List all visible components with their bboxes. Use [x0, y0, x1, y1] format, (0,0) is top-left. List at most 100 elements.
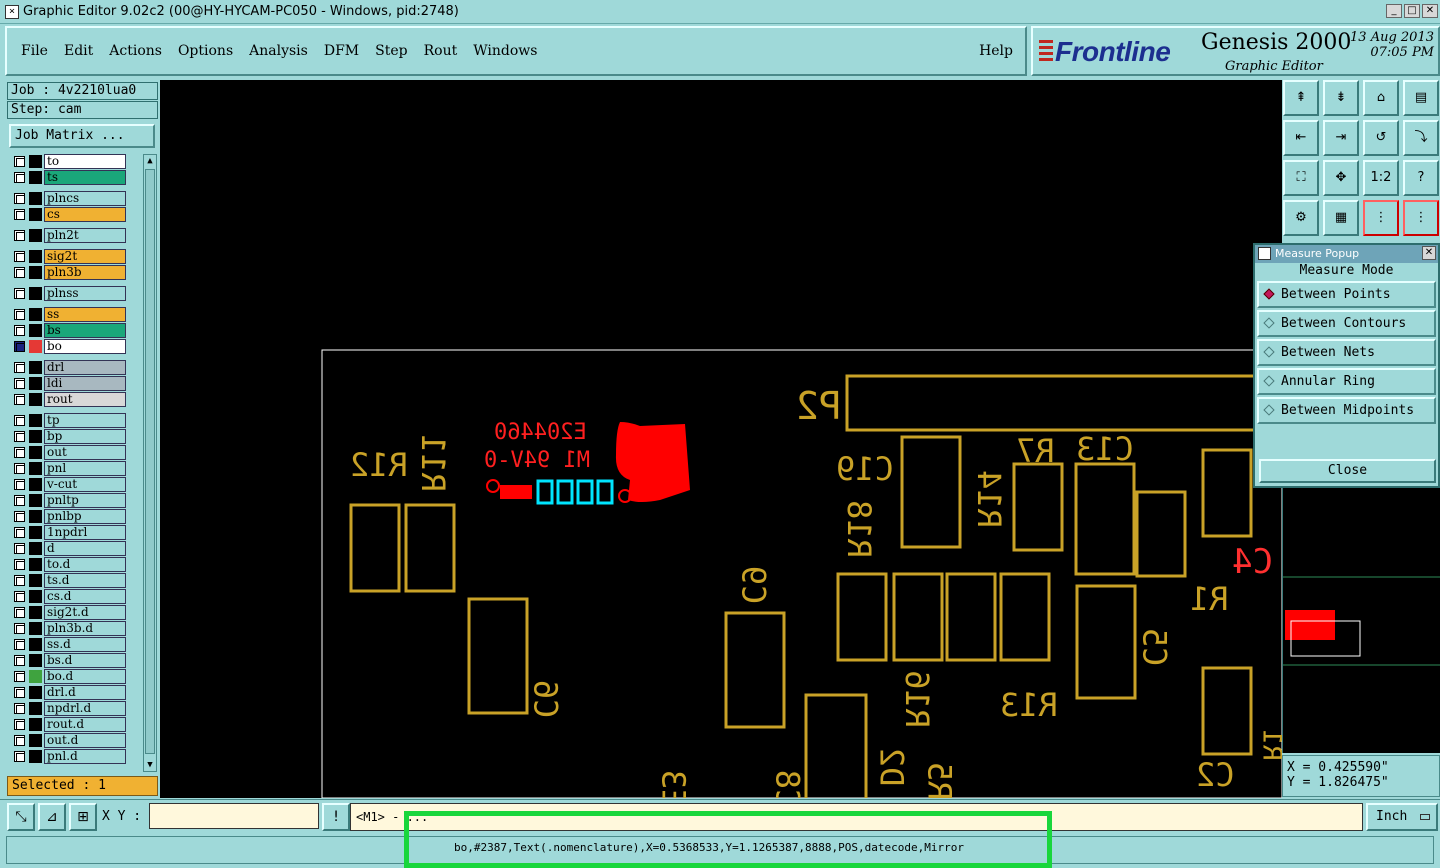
- layer-row[interactable]: pnl: [9, 461, 133, 476]
- menu-file[interactable]: File: [13, 43, 56, 59]
- tool-home-icon[interactable]: ⌂: [1363, 80, 1399, 116]
- layer-name[interactable]: cs: [44, 207, 126, 222]
- layer-name[interactable]: bo: [44, 339, 126, 354]
- overview-map[interactable]: [1282, 488, 1440, 753]
- layer-row[interactable]: bs.d: [9, 653, 133, 668]
- layer-name[interactable]: bo.d: [44, 669, 126, 684]
- layer-name[interactable]: npdrl.d: [44, 701, 126, 716]
- layer-row[interactable]: plnss: [9, 286, 133, 301]
- layer-name[interactable]: out: [44, 445, 126, 460]
- layer-checkbox[interactable]: [14, 288, 25, 299]
- job-matrix-button[interactable]: Job Matrix ...: [9, 124, 155, 148]
- layer-name[interactable]: bp: [44, 429, 126, 444]
- tool-redraw-icon[interactable]: ⤵: [1403, 120, 1439, 156]
- layer-name[interactable]: d: [44, 541, 126, 556]
- measure-popup-titlebar[interactable]: Measure Popup ✕: [1255, 245, 1438, 263]
- xy-input[interactable]: [149, 803, 319, 829]
- mode-annular-ring[interactable]: Annular Ring: [1257, 368, 1436, 395]
- layer-checkbox[interactable]: [14, 751, 25, 762]
- layer-row[interactable]: ts.d: [9, 573, 133, 588]
- mode-between-midpoints[interactable]: Between Midpoints: [1257, 397, 1436, 424]
- layer-checkbox[interactable]: [14, 362, 25, 373]
- menu-analysis[interactable]: Analysis: [241, 43, 316, 59]
- layer-checkbox[interactable]: [14, 687, 25, 698]
- tool-window-icon[interactable]: ▤: [1403, 80, 1439, 116]
- layer-row[interactable]: pnlbp: [9, 509, 133, 524]
- layer-row[interactable]: ss: [9, 307, 133, 322]
- layer-name[interactable]: 1npdrl: [44, 525, 126, 540]
- layer-row[interactable]: plncs: [9, 191, 133, 206]
- layer-name[interactable]: pln3b: [44, 265, 126, 280]
- layer-name[interactable]: ts: [44, 170, 126, 185]
- layer-row[interactable]: cs.d: [9, 589, 133, 604]
- layer-checkbox[interactable]: [14, 655, 25, 666]
- layer-checkbox[interactable]: [14, 719, 25, 730]
- layer-row[interactable]: ss.d: [9, 637, 133, 652]
- layer-checkbox[interactable]: [14, 575, 25, 586]
- layer-row[interactable]: pln2t: [9, 228, 133, 243]
- layer-name[interactable]: sig2t: [44, 249, 126, 264]
- layer-checkbox[interactable]: [14, 209, 25, 220]
- menu-options[interactable]: Options: [170, 43, 241, 59]
- layer-name[interactable]: plnss: [44, 286, 126, 301]
- layer-name[interactable]: to: [44, 154, 126, 169]
- layer-name[interactable]: out.d: [44, 733, 126, 748]
- layer-name[interactable]: ldi: [44, 376, 126, 391]
- layer-row[interactable]: 1npdrl: [9, 525, 133, 540]
- layer-row[interactable]: v-cut: [9, 477, 133, 492]
- menu-rout[interactable]: Rout: [416, 43, 466, 59]
- layer-name[interactable]: drl: [44, 360, 126, 375]
- mode-between-nets[interactable]: Between Nets: [1257, 339, 1436, 366]
- layer-name[interactable]: ts.d: [44, 573, 126, 588]
- layer-checkbox[interactable]: [14, 671, 25, 682]
- layer-name[interactable]: cs.d: [44, 589, 126, 604]
- scroll-down-icon[interactable]: ▼: [145, 760, 155, 770]
- graphic-canvas[interactable]: P2 R12 R11 C19 R18 R14 R7 C13 C4 R1 C6 C…: [160, 80, 1282, 798]
- mode-between-contours[interactable]: Between Contours: [1257, 310, 1436, 337]
- layer-checkbox[interactable]: [14, 463, 25, 474]
- layer-name[interactable]: drl.d: [44, 685, 126, 700]
- menu-dfm[interactable]: DFM: [316, 43, 367, 59]
- layer-name[interactable]: plncs: [44, 191, 126, 206]
- alert-icon[interactable]: !: [322, 803, 350, 831]
- layer-checkbox[interactable]: [14, 394, 25, 405]
- scroll-thumb[interactable]: [145, 169, 155, 754]
- layer-checkbox[interactable]: [14, 479, 25, 490]
- layer-row[interactable]: pln3b.d: [9, 621, 133, 636]
- layer-checkbox[interactable]: [14, 193, 25, 204]
- tool-undo-icon[interactable]: ↺: [1363, 120, 1399, 156]
- layer-checkbox[interactable]: [14, 309, 25, 320]
- layer-name[interactable]: pln2t: [44, 228, 126, 243]
- tool-zoom-fit-icon[interactable]: ⛶: [1283, 160, 1319, 196]
- layer-row[interactable]: pln3b: [9, 265, 133, 280]
- layer-name[interactable]: bs: [44, 323, 126, 338]
- layer-checkbox[interactable]: [14, 623, 25, 634]
- layer-checkbox[interactable]: [14, 415, 25, 426]
- tool-pan-left-icon[interactable]: ⇤: [1283, 120, 1319, 156]
- maximize-button[interactable]: □: [1404, 4, 1420, 18]
- menu-actions[interactable]: Actions: [101, 43, 170, 59]
- layer-row[interactable]: bs: [9, 323, 133, 338]
- minimize-button[interactable]: _: [1386, 4, 1402, 18]
- layer-checkbox[interactable]: [14, 511, 25, 522]
- layer-row[interactable]: ldi: [9, 376, 133, 391]
- close-window-button[interactable]: ✕: [1422, 4, 1438, 18]
- menu-step[interactable]: Step: [367, 43, 415, 59]
- mode-between-points[interactable]: Between Points: [1257, 281, 1436, 308]
- layer-row[interactable]: cs: [9, 207, 133, 222]
- layer-checkbox[interactable]: [14, 378, 25, 389]
- layer-scrollbar[interactable]: ▲ ▼: [143, 154, 157, 772]
- layer-checkbox[interactable]: [14, 267, 25, 278]
- menu-windows[interactable]: Windows: [465, 43, 545, 59]
- tool-net2-icon[interactable]: ⋮: [1403, 200, 1439, 236]
- layer-row[interactable]: ts: [9, 170, 133, 185]
- layer-checkbox[interactable]: [14, 156, 25, 167]
- layer-name[interactable]: sig2t.d: [44, 605, 126, 620]
- layer-row[interactable]: pnl.d: [9, 749, 133, 764]
- layer-checkbox[interactable]: [14, 251, 25, 262]
- snap-icon[interactable]: ⤡: [7, 803, 35, 831]
- layer-checkbox[interactable]: [14, 527, 25, 538]
- layer-row[interactable]: tp: [9, 413, 133, 428]
- popup-close-icon[interactable]: ✕: [1422, 246, 1436, 260]
- layer-row[interactable]: rout: [9, 392, 133, 407]
